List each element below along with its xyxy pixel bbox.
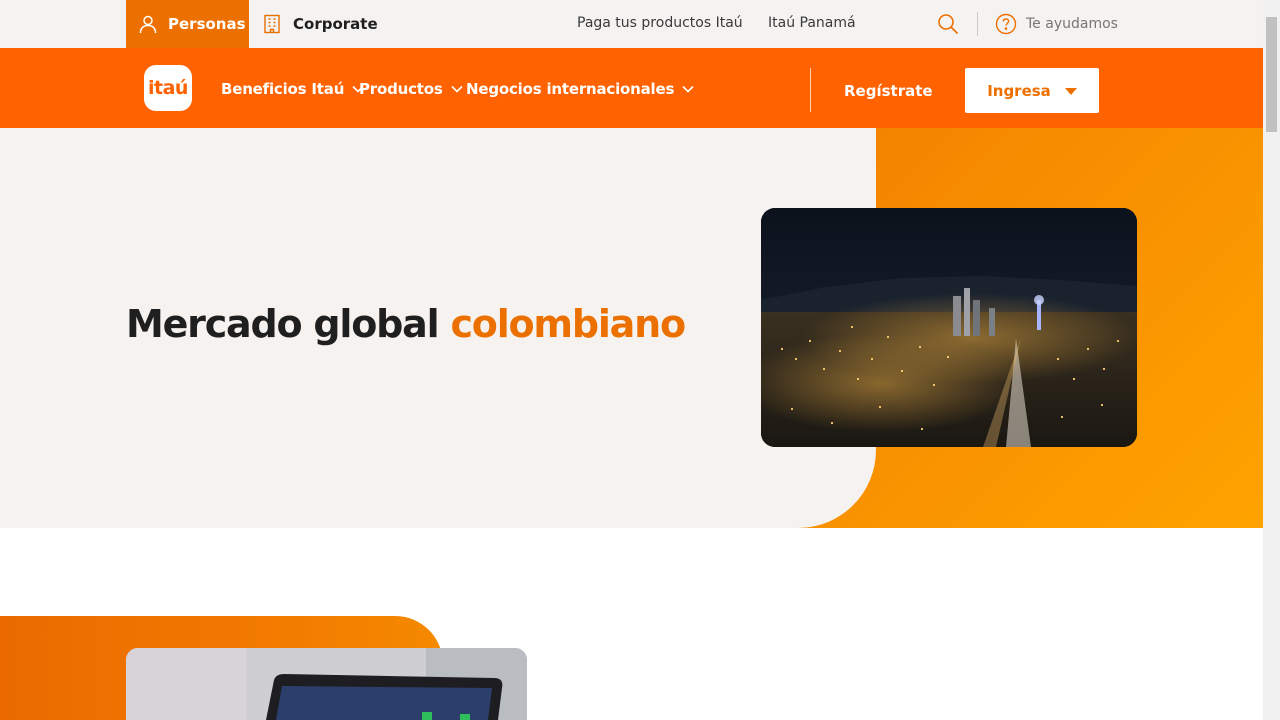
register-link[interactable]: Regístrate [844, 82, 933, 100]
hero-title: Mercado global colombiano [126, 302, 686, 346]
hero-city-night-image [761, 208, 1137, 447]
nav-negocios-internacionales[interactable]: Negocios internacionales [466, 80, 694, 98]
search-icon[interactable] [937, 13, 959, 35]
help-label: Te ayudamos [1026, 16, 1118, 32]
scrollbar-thumb[interactable] [1266, 17, 1277, 132]
utility-bar: Personas Corporate Paga tus productos It… [0, 0, 1263, 48]
itau-panama-link[interactable]: Itaú Panamá [768, 15, 856, 31]
segment-personas-label: Personas [168, 15, 246, 33]
login-label: Ingresa [987, 81, 1051, 100]
nav-negocios-label: Negocios internacionales [466, 80, 675, 98]
nav-beneficios[interactable]: Beneficios Itaú [221, 80, 364, 98]
pay-products-link[interactable]: Paga tus productos Itaú [577, 15, 743, 31]
login-button[interactable]: Ingresa [965, 68, 1099, 113]
laptop-trading-image [126, 648, 527, 720]
segment-corporate[interactable]: Corporate [262, 0, 378, 48]
hero-title-accent: colombiano [450, 302, 686, 346]
nav-productos-label: Productos [359, 80, 443, 98]
logo-text: itaú [148, 77, 188, 99]
nav-divider [810, 68, 811, 112]
segment-corporate-label: Corporate [293, 15, 378, 33]
building-icon [262, 14, 282, 34]
chevron-down-icon [682, 85, 694, 93]
segment-personas[interactable]: Personas [126, 0, 249, 48]
person-icon [138, 14, 158, 34]
itau-logo[interactable]: itaú [144, 65, 192, 111]
utility-divider [977, 12, 978, 36]
help-circle-icon [995, 13, 1017, 35]
nav-beneficios-label: Beneficios Itaú [221, 80, 345, 98]
chevron-down-icon [451, 85, 463, 93]
help-link[interactable]: Te ayudamos [995, 13, 1118, 35]
hero-section: Mercado global colombiano [0, 128, 1263, 528]
hero-title-main: Mercado global [126, 302, 440, 346]
caret-down-icon [1064, 87, 1077, 95]
nav-productos[interactable]: Productos [359, 80, 463, 98]
main-navigation: itaú Beneficios Itaú Productos Negocios … [0, 48, 1263, 128]
